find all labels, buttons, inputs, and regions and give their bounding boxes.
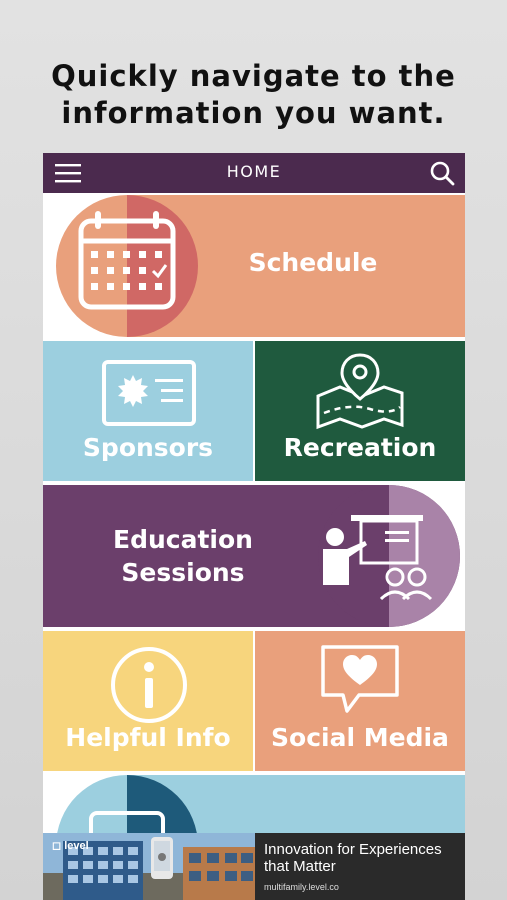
sponsors-tile[interactable]: Sponsors — [43, 341, 253, 481]
ad-url: multifamily.level.co — [264, 882, 339, 892]
promo-headline-line1: Quickly navigate to the — [51, 59, 456, 93]
recreation-tile[interactable]: Recreation — [255, 341, 465, 481]
heart-chat-icon — [321, 645, 399, 713]
ad-logo: ◻ level — [52, 839, 89, 852]
social-media-label: Social Media — [271, 723, 449, 752]
ad-logo-text: level — [64, 840, 89, 852]
schedule-label: Schedule — [248, 248, 378, 277]
ad-banner[interactable]: ◻ level Innovation for Experiences that … — [43, 833, 465, 900]
ad-headline: Innovation for Experiences that Matter — [264, 841, 442, 875]
schedule-tile[interactable]: Schedule — [43, 195, 465, 337]
map-pin-icon — [316, 353, 404, 430]
helpful-info-tile[interactable]: Helpful Info — [43, 631, 253, 771]
top-app-bar: HOME — [43, 153, 465, 193]
app-screen: HOME Schedule Sponsors Recreation Educat… — [43, 153, 465, 900]
search-icon[interactable] — [429, 160, 455, 186]
calendar-icon — [43, 195, 203, 337]
promo-headline-line2: information you want. — [61, 96, 446, 130]
level-logo-icon: ◻ — [52, 840, 62, 852]
sponsors-label: Sponsors — [82, 433, 214, 462]
presentation-icon — [305, 485, 465, 627]
recreation-label: Recreation — [283, 433, 437, 462]
partial-tile[interactable] — [43, 775, 465, 833]
social-media-tile[interactable]: Social Media — [255, 631, 465, 771]
education-label-line1: Education — [113, 525, 253, 554]
id-card-icon — [102, 360, 196, 426]
promo-headline: Quickly navigate to the information you … — [0, 58, 507, 132]
page-title: HOME — [226, 162, 282, 181]
info-icon — [111, 647, 187, 723]
device-icon — [43, 775, 203, 833]
education-sessions-label: Education Sessions — [83, 523, 283, 589]
helpful-info-label: Helpful Info — [65, 723, 231, 752]
education-label-line2: Sessions — [121, 558, 245, 587]
education-sessions-tile[interactable]: Education Sessions — [43, 485, 465, 627]
